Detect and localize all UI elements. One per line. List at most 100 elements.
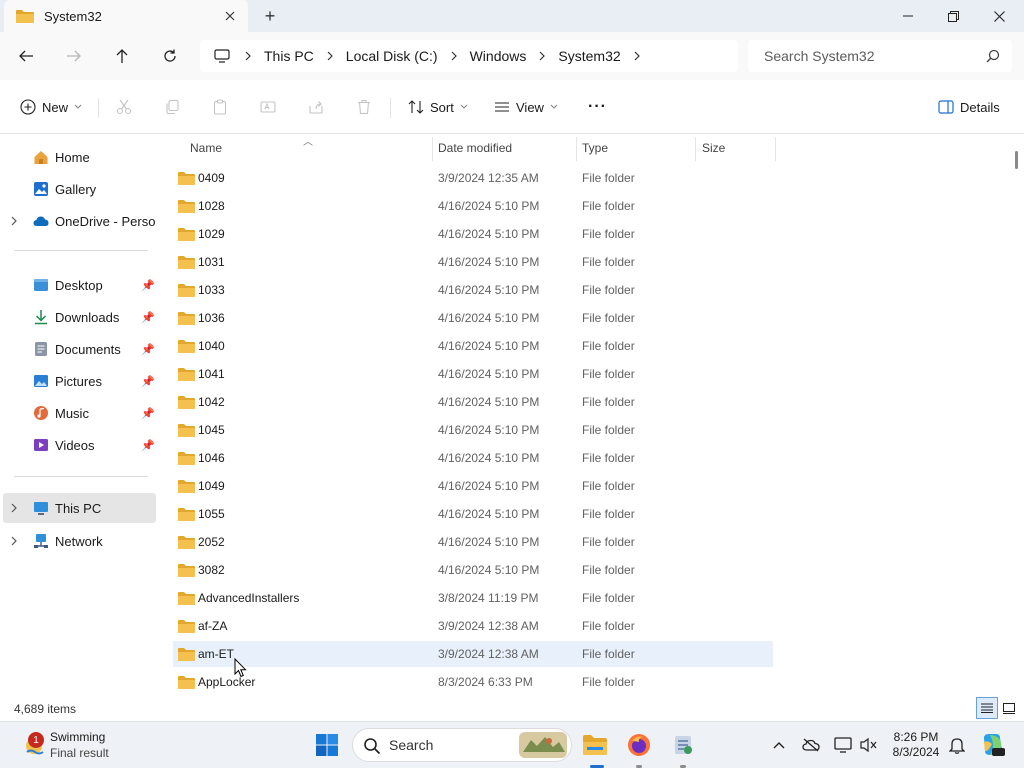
sort-button[interactable]: Sort [408,94,468,120]
column-divider[interactable] [432,137,433,161]
sidebar-item-this-pc[interactable]: This PC [3,493,156,523]
breadcrumb-windows[interactable]: Windows [464,48,533,64]
taskbar-search[interactable]: Search [352,728,572,762]
view-button[interactable]: View [494,94,558,120]
display-tray-icon[interactable] [832,734,854,756]
sidebar-item-onedrive[interactable]: OneDrive - Persona [0,206,156,236]
file-row[interactable]: 1045 4/16/2024 5:10 PM File folder [173,417,773,443]
close-tab-button[interactable] [218,4,242,28]
maximize-button[interactable] [930,0,976,32]
sidebar-item-downloads[interactable]: Downloads 📌 [0,302,156,332]
cut-button[interactable] [116,94,132,120]
column-header-name[interactable]: Name [190,135,222,161]
start-button[interactable] [310,728,344,762]
more-options-button[interactable]: ··· [588,94,607,120]
share-button[interactable] [308,94,324,120]
chevron-right-icon[interactable] [10,536,18,546]
notifications-button[interactable] [946,734,968,756]
back-button[interactable] [10,40,42,72]
chevron-right-icon[interactable] [10,216,18,226]
file-row[interactable]: AppLocker 8/3/2024 6:33 PM File folder [173,669,773,695]
breadcrumb-system32[interactable]: System32 [552,48,626,64]
sidebar-item-videos[interactable]: Videos 📌 [0,430,156,460]
refresh-button[interactable] [154,40,186,72]
search-input[interactable] [764,48,964,64]
app-taskbar-button[interactable] [666,728,700,762]
file-row[interactable]: 2052 4/16/2024 5:10 PM File folder [173,529,773,555]
pin-icon[interactable]: 📌 [141,343,155,356]
view-list-icon [495,102,509,112]
pin-icon[interactable]: 📌 [141,407,155,420]
file-row[interactable]: 1031 4/16/2024 5:10 PM File folder [173,249,773,275]
pin-icon[interactable]: 📌 [141,311,155,324]
firefox-icon [628,734,650,756]
delete-button[interactable] [356,94,372,120]
clock[interactable]: 8:26 PM 8/3/2024 [884,730,948,760]
copy-button[interactable] [164,94,180,120]
pin-icon[interactable]: 📌 [141,439,155,452]
search-box[interactable] [748,40,1012,72]
computer-icon [34,502,48,515]
scrollbar-thumb[interactable] [1015,151,1018,169]
file-row[interactable]: 0409 3/9/2024 12:35 AM File folder [173,165,773,191]
file-row[interactable]: 1046 4/16/2024 5:10 PM File folder [173,445,773,471]
volume-tray-icon[interactable] [858,734,880,756]
column-header-size[interactable]: Size [702,135,725,161]
sidebar-item-pictures[interactable]: Pictures 📌 [0,366,156,396]
column-divider[interactable] [695,137,696,161]
show-hidden-icons-button[interactable] [768,734,790,756]
file-row[interactable]: AdvancedInstallers 3/8/2024 11:19 PM File … [173,585,773,611]
sidebar-item-gallery[interactable]: Gallery [0,174,156,204]
chevron-right-icon[interactable] [10,503,18,513]
sidebar-item-home[interactable]: Home [0,142,156,172]
chevron-right-icon[interactable] [627,51,647,61]
sidebar-item-network[interactable]: Network [0,526,156,556]
file-row[interactable]: 1042 4/16/2024 5:10 PM File folder [173,389,773,415]
onedrive-tray-icon[interactable] [800,734,822,756]
chevron-right-icon[interactable] [532,51,552,61]
firefox-taskbar-button[interactable] [622,728,656,762]
column-header-type[interactable]: Type [582,135,608,161]
new-button[interactable]: New [20,94,82,120]
column-divider[interactable] [576,137,577,161]
file-row[interactable]: 1040 4/16/2024 5:10 PM File folder [173,333,773,359]
file-row[interactable]: 1049 4/16/2024 5:10 PM File folder [173,473,773,499]
file-row[interactable]: 1036 4/16/2024 5:10 PM File folder [173,305,773,331]
paste-button[interactable] [212,94,228,120]
new-tab-button[interactable]: + [258,4,282,28]
chevron-right-icon[interactable] [444,51,464,61]
file-row[interactable]: 1028 4/16/2024 5:10 PM File folder [173,193,773,219]
pin-icon[interactable]: 📌 [141,375,155,388]
file-row[interactable]: 1041 4/16/2024 5:10 PM File folder [173,361,773,387]
pin-icon[interactable]: 📌 [141,279,155,292]
file-row[interactable]: 1029 4/16/2024 5:10 PM File folder [173,221,773,247]
details-pane-button[interactable]: Details [938,94,1000,120]
vertical-scrollbar[interactable] [1012,135,1022,697]
rename-button[interactable] [260,94,276,120]
chevron-right-icon[interactable] [238,51,258,61]
sidebar-item-documents[interactable]: Documents 📌 [0,334,156,364]
column-header-date-modified[interactable]: Date modified [438,135,512,161]
details-view-button[interactable] [976,697,998,719]
file-explorer-taskbar-button[interactable] [578,728,612,762]
sidebar-item-desktop[interactable]: Desktop 📌 [0,270,156,300]
up-button[interactable] [106,40,138,72]
breadcrumb-this-pc[interactable]: This PC [258,48,320,64]
sidebar-item-music[interactable]: Music 📌 [0,398,156,428]
breadcrumb-local-disk[interactable]: Local Disk (C:) [340,48,444,64]
widgets-button[interactable]: 1 Swimming Final result [22,728,162,762]
copilot-button[interactable] [980,732,1006,758]
minimize-button[interactable] [885,0,931,32]
forward-button[interactable] [58,40,90,72]
tab-system32[interactable]: System32 [4,0,248,32]
close-window-button[interactable] [976,0,1022,32]
file-row[interactable]: am-ET 3/9/2024 12:38 AM File folder [173,641,773,667]
breadcrumb[interactable]: This PC Local Disk (C:) Windows System32 [200,40,738,72]
chevron-right-icon[interactable] [320,51,340,61]
file-row[interactable]: 1033 4/16/2024 5:10 PM File folder [173,277,773,303]
large-icons-view-button[interactable] [998,697,1020,719]
column-divider[interactable] [775,137,776,161]
file-row[interactable]: 1055 4/16/2024 5:10 PM File folder [173,501,773,527]
file-row[interactable]: 3082 4/16/2024 5:10 PM File folder [173,557,773,583]
file-row[interactable]: af-ZA 3/9/2024 12:38 AM File folder [173,613,773,639]
